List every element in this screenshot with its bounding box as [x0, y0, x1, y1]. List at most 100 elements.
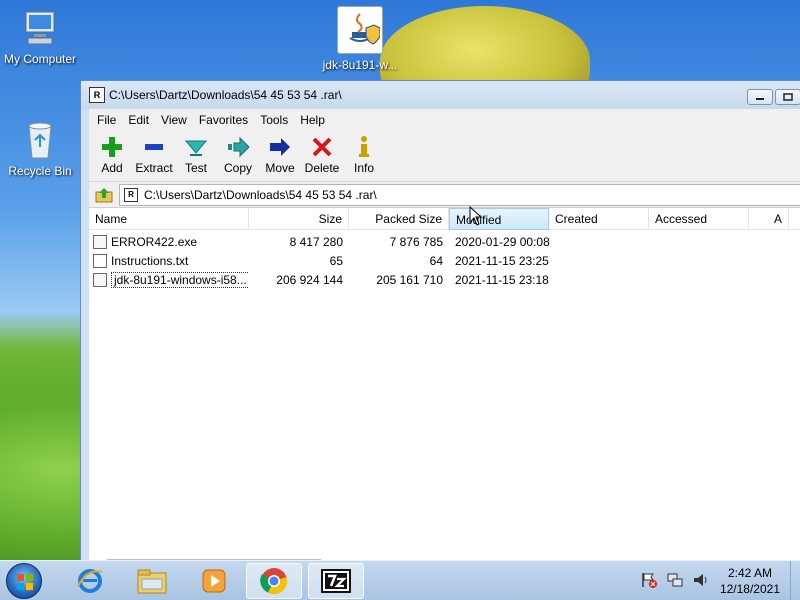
file-row[interactable]: Instructions.txt 65 64 2021-11-15 23:25	[89, 251, 800, 270]
file-size: 206 924 144	[276, 272, 343, 287]
address-bar: R C:\Users\Dartz\Downloads\54 45 53 54 .…	[89, 181, 800, 207]
extract-label: Extract	[135, 161, 173, 175]
file-modified: 2020-01-29 00:08	[455, 234, 550, 249]
chrome-icon	[260, 568, 288, 595]
test-label: Test	[184, 161, 207, 175]
file-size: 65	[329, 253, 343, 268]
menu-view[interactable]: View	[155, 113, 193, 127]
minus-icon	[145, 144, 163, 150]
network-icon[interactable]	[666, 571, 684, 589]
window-client: File Edit View Favorites Tools Help Add …	[89, 109, 800, 569]
archive-address-icon: R	[124, 187, 138, 202]
file-row[interactable]: jdk-8u191-windows-i58... 206 924 144 205…	[89, 270, 800, 289]
check-arrow-icon	[184, 140, 208, 156]
maximize-button[interactable]	[775, 89, 800, 105]
file-name: ERROR422.exe	[111, 234, 198, 249]
file-name-cell: ERROR422.exe	[89, 234, 249, 249]
taskbar-explorer[interactable]	[124, 563, 180, 599]
file-name: jdk-8u191-windows-i58...	[111, 271, 249, 288]
minimize-button[interactable]	[747, 89, 773, 105]
column-packed-size[interactable]: Packed Size	[349, 208, 449, 230]
add-button[interactable]: Add	[91, 131, 133, 175]
column-modified[interactable]: Modified	[449, 208, 549, 230]
file-size: 8 417 280	[289, 234, 343, 249]
file-modified: 2021-11-15 23:25	[455, 253, 549, 268]
desktop-icon-my-computer[interactable]: My Computer	[0, 8, 80, 66]
show-desktop-button[interactable]	[790, 561, 800, 600]
delete-label: Delete	[304, 161, 340, 175]
column-created[interactable]: Created	[549, 208, 649, 230]
taskbar-internet-explorer[interactable]	[62, 563, 118, 599]
window-title: C:\Users\Dartz\Downloads\54 45 53 54 .ra…	[109, 88, 342, 102]
menu-favorites[interactable]: Favorites	[193, 113, 254, 127]
file-name-cell: jdk-8u191-windows-i58...	[89, 271, 249, 288]
info-label: Info	[353, 161, 374, 175]
file-row[interactable]: ERROR422.exe 8 417 280 7 876 785 2020-01…	[89, 232, 800, 251]
column-name[interactable]: Name	[89, 208, 249, 230]
exe-file-icon	[93, 272, 107, 287]
address-path: C:\Users\Dartz\Downloads\54 45 53 54 .ra…	[144, 187, 377, 202]
toolbar: Add Extract Test Copy Move Delete Info	[89, 131, 800, 181]
address-field[interactable]: R C:\Users\Dartz\Downloads\54 45 53 54 .…	[119, 183, 800, 206]
maximize-icon	[783, 93, 793, 101]
desktop-icon-label: jdk-8u191-w...	[322, 58, 398, 72]
test-button[interactable]: Test	[175, 131, 217, 175]
file-packed-size: 205 161 710	[376, 272, 443, 287]
menu-tools[interactable]: Tools	[254, 113, 294, 127]
mouse-cursor-icon	[469, 206, 483, 226]
title-bar[interactable]: R C:\Users\Dartz\Downloads\54 45 53 54 .…	[81, 81, 800, 109]
menu-edit[interactable]: Edit	[122, 113, 155, 127]
start-button[interactable]	[6, 563, 42, 599]
up-folder-icon	[95, 187, 113, 202]
window-controls	[747, 89, 800, 105]
taskbar-media-player[interactable]	[186, 563, 242, 599]
minimize-icon	[756, 98, 764, 100]
delete-button[interactable]: Delete	[301, 131, 343, 175]
desktop-icon-jdk-installer[interactable]: jdk-8u191-w...	[320, 6, 400, 72]
computer-icon	[20, 8, 60, 48]
copy-label: Copy	[223, 161, 252, 175]
desktop-icon-label: My Computer	[3, 52, 77, 66]
windows-logo-icon	[17, 574, 33, 590]
extract-button[interactable]: Extract	[133, 131, 175, 175]
info-button[interactable]: Info	[343, 131, 385, 175]
menu-file[interactable]: File	[91, 113, 122, 127]
archive-title-icon: R	[89, 87, 105, 103]
menu-help[interactable]: Help	[294, 113, 331, 127]
taskbar-7zip[interactable]	[308, 563, 364, 599]
menu-bar: File Edit View Favorites Tools Help	[89, 109, 800, 131]
archive-window[interactable]: R C:\Users\Dartz\Downloads\54 45 53 54 .…	[80, 80, 800, 570]
action-center-flag-icon[interactable]	[640, 571, 658, 589]
file-list[interactable]: Name Size Packed Size Modified Created A…	[89, 207, 800, 569]
column-attributes[interactable]: A	[749, 208, 789, 230]
folder-icon	[137, 569, 167, 594]
internet-explorer-icon	[77, 569, 103, 593]
add-label: Add	[101, 161, 123, 175]
up-folder-button[interactable]	[93, 184, 115, 206]
system-clock[interactable]: 2:42 AM 12/18/2021	[720, 565, 780, 597]
desktop-icon-label: Recycle Bin	[8, 164, 72, 178]
taskbar: 2:42 AM 12/18/2021	[0, 560, 800, 600]
exe-file-icon	[93, 234, 107, 249]
delete-x-icon	[312, 137, 332, 157]
file-packed-size: 64	[429, 253, 443, 268]
volume-icon[interactable]	[692, 571, 710, 589]
file-name-cell: Instructions.txt	[89, 253, 249, 268]
text-file-icon	[93, 253, 107, 268]
move-button[interactable]: Move	[259, 131, 301, 175]
file-packed-size: 7 876 785	[389, 234, 443, 249]
plus-icon	[102, 137, 122, 157]
7zip-icon	[321, 569, 351, 593]
column-size[interactable]: Size	[249, 208, 349, 230]
file-modified: 2021-11-15 23:18	[455, 272, 549, 287]
info-icon	[359, 136, 369, 157]
system-tray	[640, 571, 710, 589]
column-accessed[interactable]: Accessed	[649, 208, 749, 230]
taskbar-chrome[interactable]	[246, 563, 302, 599]
copy-button[interactable]: Copy	[217, 131, 259, 175]
clock-time: 2:42 AM	[727, 566, 772, 580]
desktop-icon-recycle-bin[interactable]: Recycle Bin	[0, 120, 80, 178]
move-arrow-icon	[270, 138, 290, 156]
media-player-icon	[202, 569, 226, 593]
column-headers: Name Size Packed Size Modified Created A…	[89, 208, 800, 230]
